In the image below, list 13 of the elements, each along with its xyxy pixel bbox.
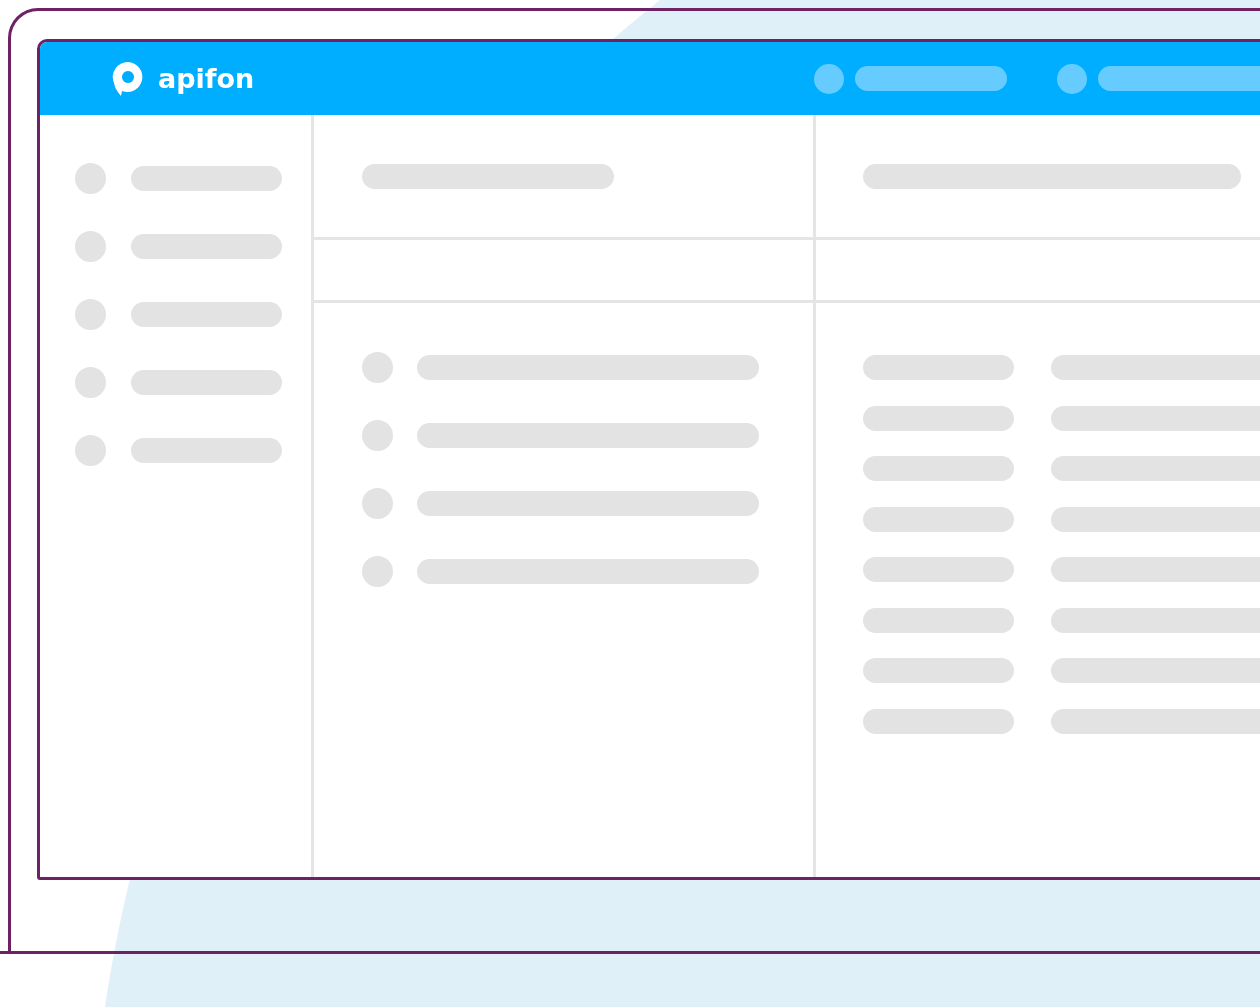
nav-dot xyxy=(814,63,845,94)
speech-bubble-icon xyxy=(112,60,144,97)
placeholder-dot xyxy=(75,435,106,466)
placeholder-dot xyxy=(362,556,393,587)
placeholder-dot xyxy=(75,163,106,194)
placeholder-dot xyxy=(362,420,393,451)
placeholder-dot xyxy=(362,488,393,519)
logo-text: apifon xyxy=(158,65,255,92)
placeholder-dot xyxy=(75,299,106,330)
placeholder-dot xyxy=(362,352,393,383)
nav-dot xyxy=(1057,63,1088,94)
placeholder-dot xyxy=(75,367,106,398)
placeholder-dot xyxy=(75,231,106,262)
